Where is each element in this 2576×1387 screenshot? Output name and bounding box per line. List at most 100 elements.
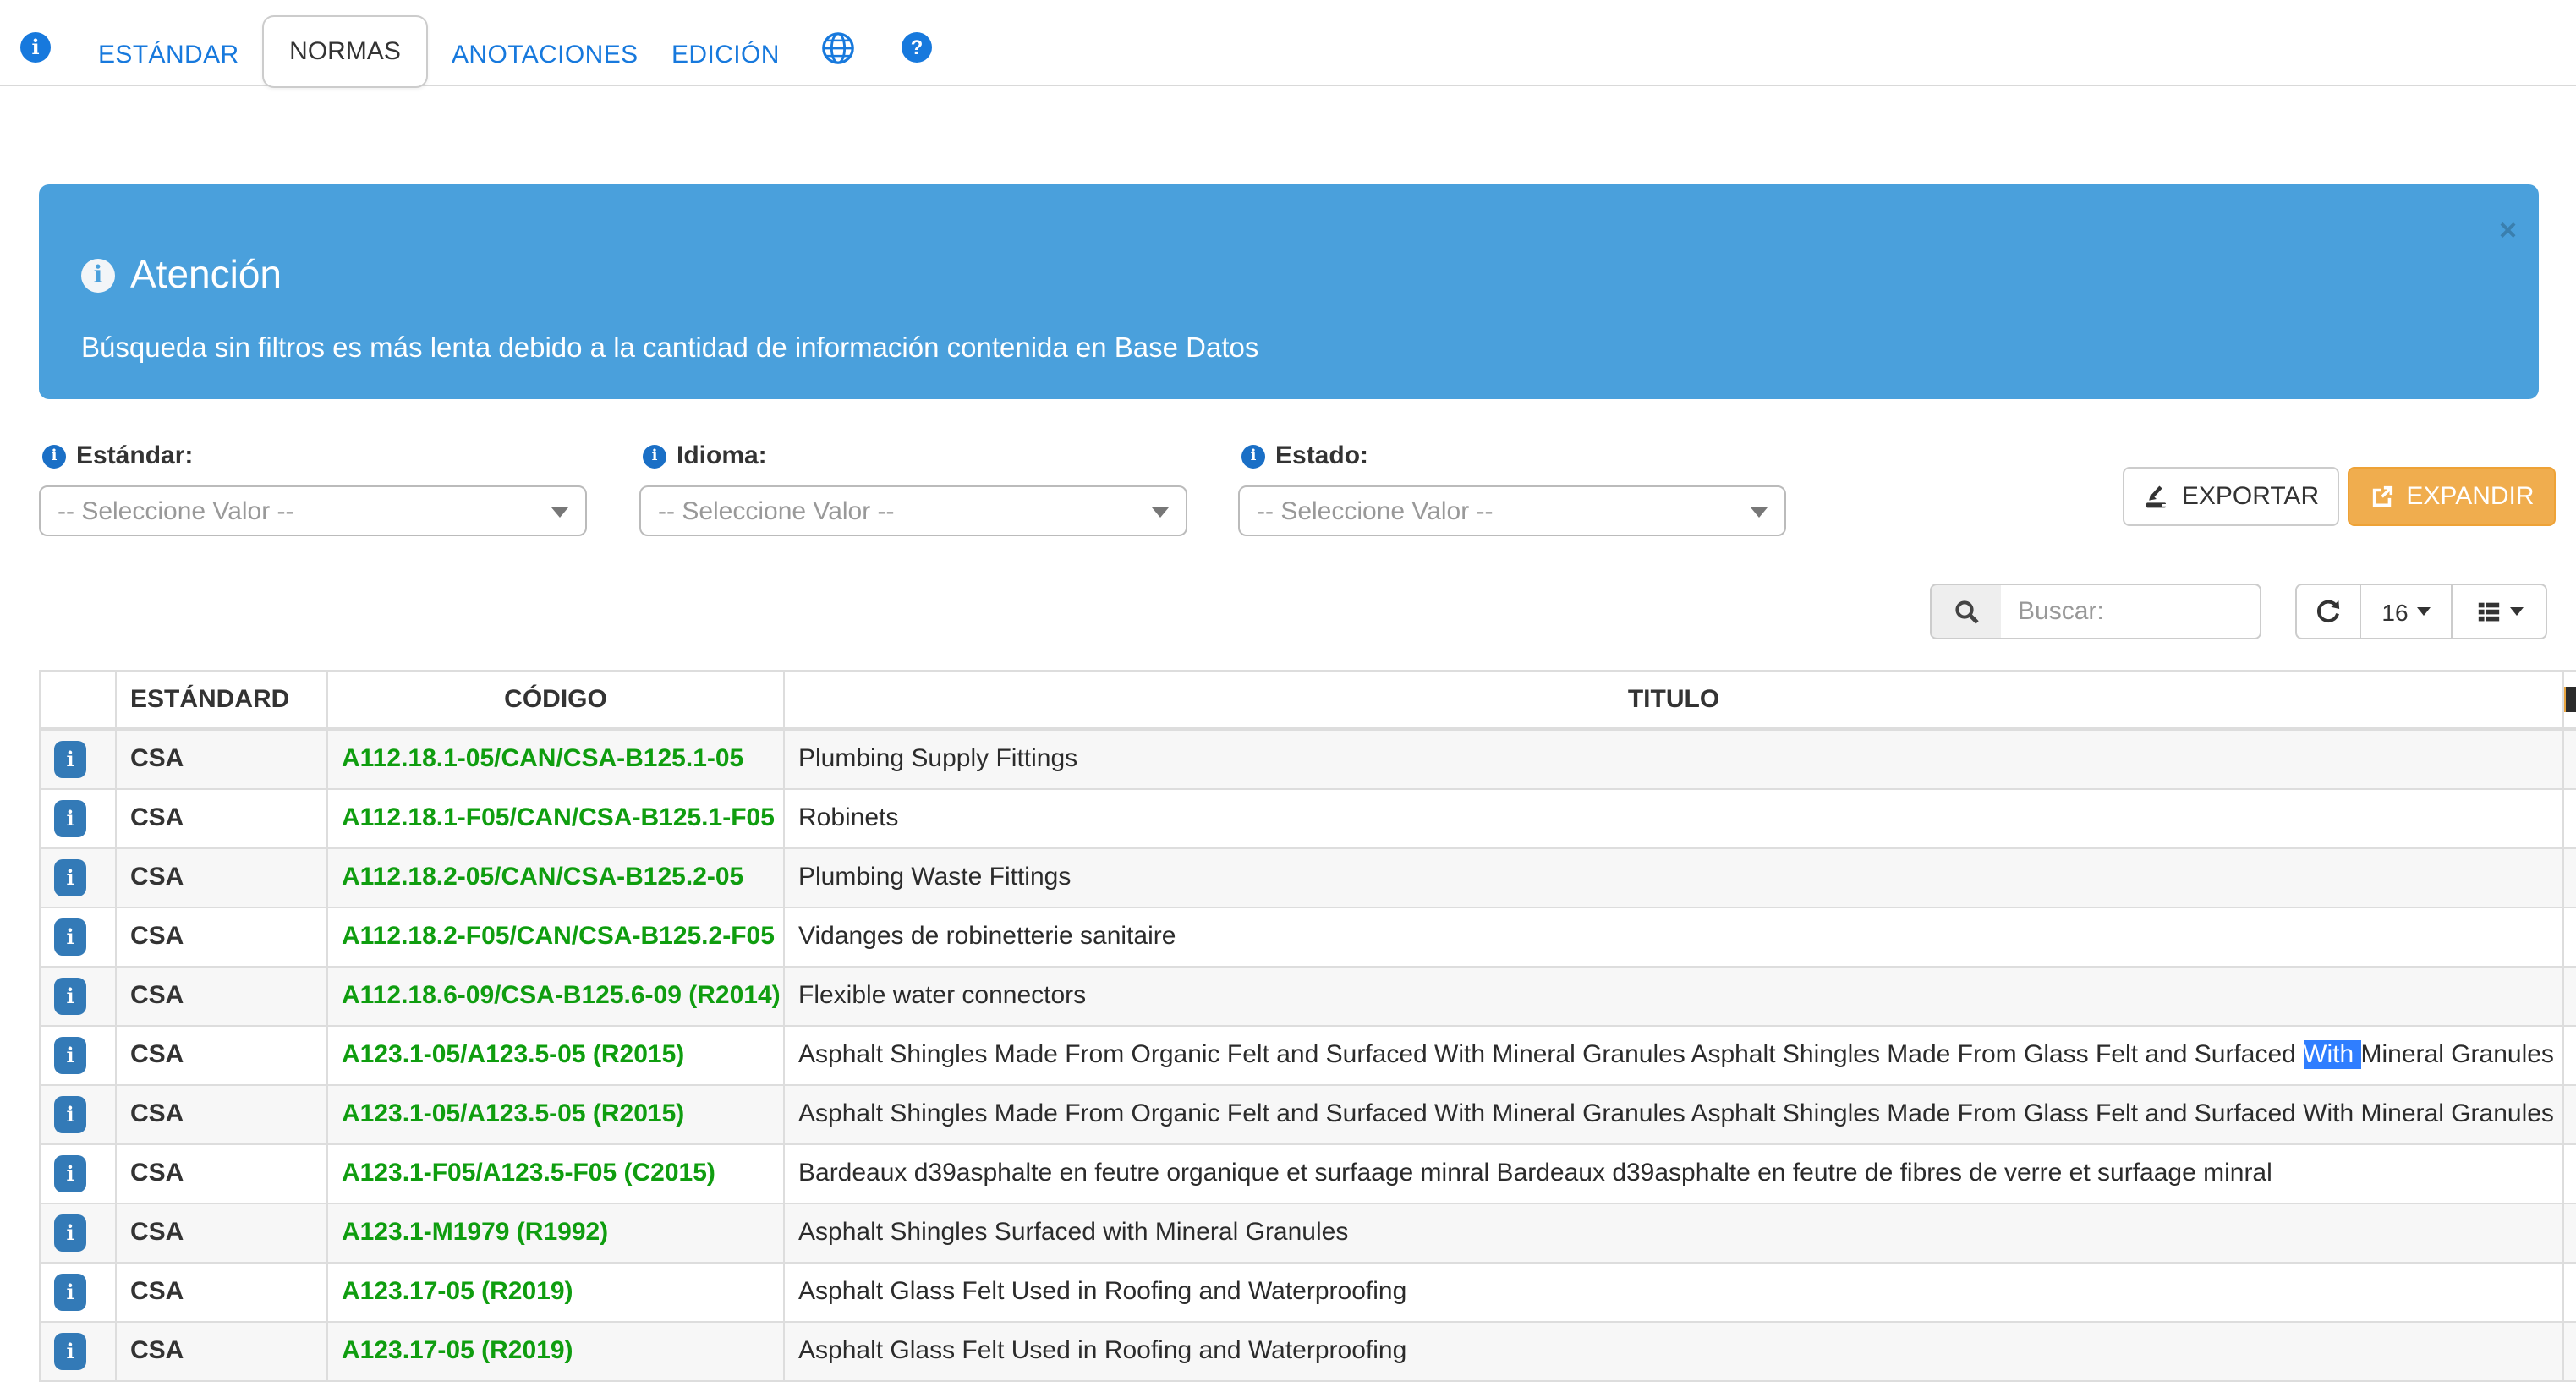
row-edge-cell [2563,728,2576,788]
top-navigation: i ESTÁNDAR NORMAS ANOTACIONES EDICIÓN ? [0,0,2576,86]
row-standard: CSA [116,1025,327,1084]
row-standard: CSA [116,1262,327,1321]
search-button[interactable] [1930,584,2003,639]
row-info-button[interactable]: i [54,977,86,1014]
refresh-icon [2316,599,2341,624]
row-edge-cell [2563,907,2576,966]
row-info-cell: i [40,847,116,907]
export-button[interactable]: EXPORTAR [2123,467,2339,526]
tab-normas-active[interactable]: NORMAS [262,15,428,88]
row-standard: CSA [116,847,327,907]
row-code-link[interactable]: A123.17-05 (R2019) [342,1277,573,1306]
row-info-button[interactable]: i [54,740,86,777]
row-info-button[interactable]: i [54,1214,86,1251]
standards-table: ESTÁNDARD CÓDIGO TITULO i CSA A112.18.1-… [39,670,2576,1381]
row-info-cell: i [40,1262,116,1321]
row-edge-cell [2563,1203,2576,1262]
row-info-cell: i [40,1084,116,1143]
row-code-link[interactable]: A112.18.2-05/CAN/CSA-B125.2-05 [342,863,743,891]
select-value: -- Seleccione Valor -- [1257,496,1494,525]
row-code-link[interactable]: A123.17-05 (R2019) [342,1336,573,1365]
row-info-cell: i [40,1143,116,1203]
row-title: Plumbing Supply Fittings [784,728,2563,788]
expand-button[interactable]: EXPANDIR [2348,467,2556,526]
table-row: i CSA A112.18.1-F05/CAN/CSA-B125.1-F05 R… [40,788,2576,847]
alert-close-icon[interactable]: × [2499,215,2517,245]
attention-alert: i Atención Búsqueda sin filtros es más l… [39,184,2539,399]
row-info-cell: i [40,728,116,788]
row-info-button[interactable]: i [54,1095,86,1132]
filter-idioma: i Idioma: -- Seleccione Valor -- [639,441,1187,470]
row-info-cell: i [40,788,116,847]
row-info-button[interactable]: i [54,1154,86,1192]
search-icon [1953,598,1980,625]
info-icon[interactable]: i [20,32,51,63]
chevron-down-icon [2509,607,2523,616]
page-size-value: 16 [2381,598,2408,625]
row-title: Asphalt Glass Felt Used in Roofing and W… [784,1262,2563,1321]
table-row: i CSA A123.1-05/A123.5-05 (R2015) Asphal… [40,1084,2576,1143]
alert-title: Atención [130,252,282,298]
row-code-link[interactable]: A112.18.6-09/CSA-B125.6-09 (R2014) [342,981,781,1010]
table-body: i CSA A112.18.1-05/CAN/CSA-B125.1-05 Plu… [40,728,2576,1380]
columns-dropdown[interactable] [2451,584,2547,639]
globe-icon[interactable] [820,30,856,66]
filter-estandar-label: Estándar: [76,441,193,470]
row-title: Flexible water connectors [784,966,2563,1025]
filter-estandar-select[interactable]: -- Seleccione Valor -- [39,485,587,536]
row-info-button[interactable]: i [54,1273,86,1310]
info-icon[interactable]: i [643,444,666,468]
header-next-column-clipped [2563,671,2576,728]
row-info-button[interactable]: i [54,799,86,836]
table-row: i CSA A112.18.6-09/CSA-B125.6-09 (R2014)… [40,966,2576,1025]
row-code-link[interactable]: A123.1-05/A123.5-05 (R2015) [342,1040,684,1069]
row-info-button[interactable]: i [54,1036,86,1073]
row-info-button[interactable]: i [54,1332,86,1369]
tab-edicion[interactable]: EDICIÓN [671,41,780,69]
row-edge-cell [2563,1084,2576,1143]
header-info-col [40,671,116,728]
row-standard: CSA [116,907,327,966]
chevron-down-icon [1751,507,1768,518]
page-size-dropdown[interactable]: 16 [2360,584,2453,639]
row-edge-cell [2563,1321,2576,1380]
info-icon[interactable]: i [42,444,66,468]
header-codigo[interactable]: CÓDIGO [327,671,784,728]
filter-estandar: i Estándar: -- Seleccione Valor -- [39,441,587,470]
tab-anotaciones[interactable]: ANOTACIONES [452,41,639,69]
info-icon[interactable]: i [1241,444,1265,468]
table-row: i CSA A123.17-05 (R2019) Asphalt Glass F… [40,1321,2576,1380]
help-icon[interactable]: ? [902,32,932,63]
row-info-cell: i [40,1025,116,1084]
row-title: Vidanges de robinetterie sanitaire [784,907,2563,966]
chevron-down-icon [2417,607,2431,616]
row-info-button[interactable]: i [54,858,86,896]
refresh-button[interactable] [2295,584,2361,639]
export-icon [2143,483,2170,510]
list-icon [2475,599,2501,624]
header-estandar[interactable]: ESTÁNDARD [116,671,327,728]
row-code-link[interactable]: A123.1-05/A123.5-05 (R2015) [342,1099,684,1128]
filter-estado-label: Estado: [1275,441,1368,470]
table-row: i CSA A123.1-05/A123.5-05 (R2015) Asphal… [40,1025,2576,1084]
row-code-link[interactable]: A123.1-F05/A123.5-F05 (C2015) [342,1159,715,1187]
row-code-link[interactable]: A123.1-M1979 (R1992) [342,1218,608,1247]
chevron-down-icon [1152,507,1169,518]
filter-idioma-select[interactable]: -- Seleccione Valor -- [639,485,1187,536]
search-highlight: With [2303,1040,2360,1069]
row-info-cell: i [40,1321,116,1380]
table-row: i CSA A112.18.1-05/CAN/CSA-B125.1-05 Plu… [40,728,2576,788]
row-code-link[interactable]: A112.18.1-05/CAN/CSA-B125.1-05 [342,744,743,773]
filter-estado-select[interactable]: -- Seleccione Valor -- [1238,485,1786,536]
row-title: Asphalt Shingles Made From Organic Felt … [784,1025,2563,1084]
row-info-button[interactable]: i [54,918,86,955]
row-code-link[interactable]: A112.18.2-F05/CAN/CSA-B125.2-F05 [342,922,775,951]
tab-estandar[interactable]: ESTÁNDAR [98,41,239,69]
header-titulo[interactable]: TITULO [784,671,2563,728]
filter-estado: i Estado: -- Seleccione Valor -- [1238,441,1786,470]
row-edge-cell [2563,1143,2576,1203]
row-edge-cell [2563,788,2576,847]
expand-icon [2369,484,2394,509]
row-code-link[interactable]: A112.18.1-F05/CAN/CSA-B125.1-F05 [342,803,775,832]
search-input[interactable] [2001,584,2261,639]
